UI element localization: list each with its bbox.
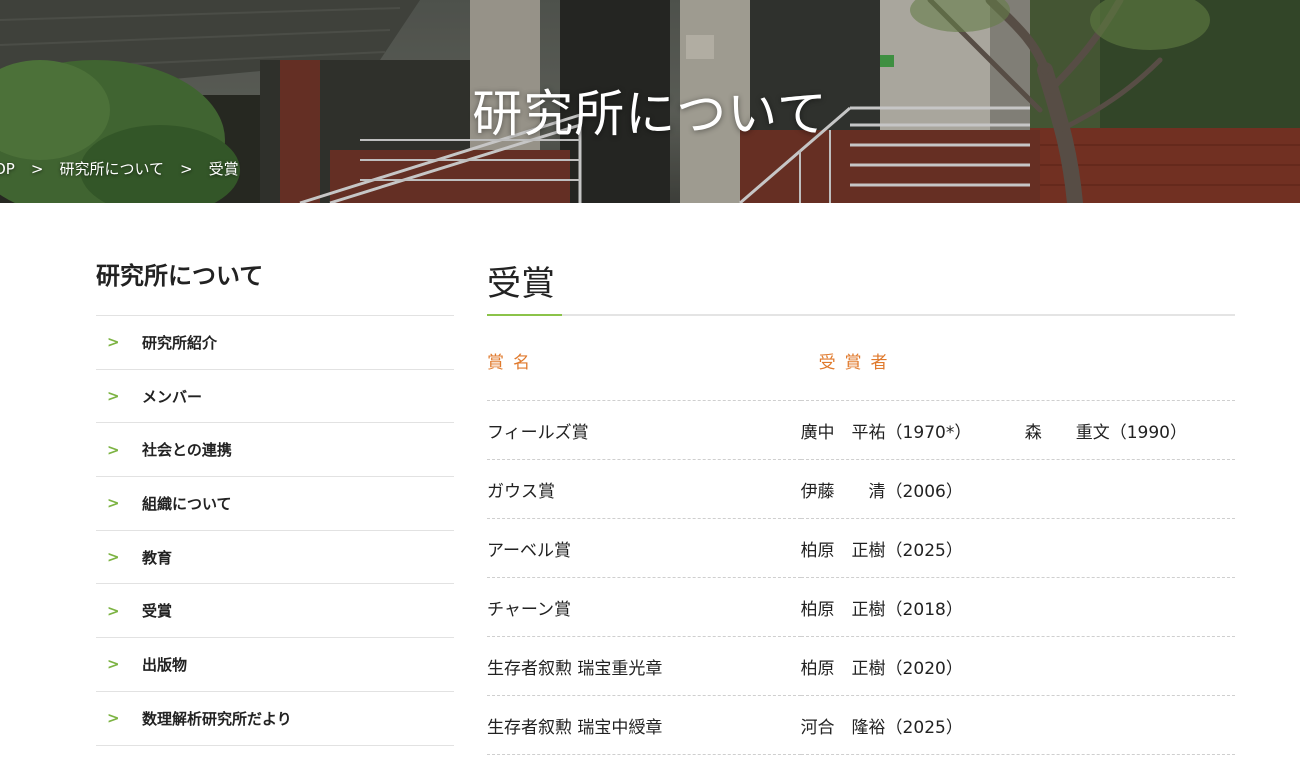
award-name: アーベル賞 <box>487 518 801 578</box>
sidebar-item-introduction[interactable]: > 研究所紹介 <box>96 316 454 370</box>
award-recipients: 柏原 正樹（2020） <box>800 636 1235 696</box>
sidebar-item-label: 組織について <box>142 494 232 513</box>
chevron-right-icon: > <box>107 601 120 620</box>
column-header-recipient: 受賞者 <box>800 348 1235 401</box>
sidebar-item-label: 社会との連携 <box>142 441 232 460</box>
recipient: 柏原 正樹（2018） <box>800 599 963 620</box>
table-header-row: 賞名 受賞者 <box>487 348 1235 401</box>
sidebar: 研究所について > 研究所紹介 > メンバー > 社会との連携 > 組織について… <box>96 256 454 746</box>
chevron-right-icon: > <box>107 440 120 459</box>
main-content: 受賞 賞名 受賞者 フィールズ賞 廣中 平祐（1970*） 森 重文（1990）… <box>487 256 1235 755</box>
sidebar-item-organization[interactable]: > 組織について <box>96 477 454 531</box>
breadcrumb-about[interactable]: 研究所について <box>59 158 164 179</box>
sidebar-item-label: 出版物 <box>142 655 188 674</box>
award-recipients: 伊藤 清（2006） <box>800 459 1235 519</box>
sidebar-item-awards[interactable]: > 受賞 <box>96 584 454 639</box>
award-recipients: 柏原 正樹（2025） <box>800 518 1235 578</box>
recipient: 伊藤 清（2006） <box>800 481 963 502</box>
recipient: 柏原 正樹（2025） <box>800 540 963 561</box>
awards-table: 賞名 受賞者 フィールズ賞 廣中 平祐（1970*） 森 重文（1990） ガウ… <box>487 348 1235 755</box>
sidebar-title: 研究所について <box>96 256 454 316</box>
table-row: フィールズ賞 廣中 平祐（1970*） 森 重文（1990） <box>487 400 1235 460</box>
chevron-right-icon: > <box>107 655 120 674</box>
recipient: 柏原 正樹（2020） <box>800 658 963 679</box>
sidebar-item-members[interactable]: > メンバー <box>96 370 454 424</box>
breadcrumb: OP > 研究所について > 受賞 <box>0 158 239 179</box>
recipient: 廣中 平祐（1970*） <box>800 422 972 443</box>
sidebar-item-label: 受賞 <box>142 602 173 621</box>
recipient: 河合 隆裕（2025） <box>800 717 963 738</box>
breadcrumb-top[interactable]: OP <box>0 160 15 178</box>
sidebar-item-label: メンバー <box>142 387 203 406</box>
award-name: 生存者叙勲 瑞宝重光章 <box>487 636 801 696</box>
award-name: ガウス賞 <box>487 459 801 519</box>
table-row: チャーン賞 柏原 正樹（2018） <box>487 577 1235 637</box>
title-underline-accent <box>487 314 562 316</box>
sidebar-item-label: 教育 <box>142 548 173 567</box>
breadcrumb-current: 受賞 <box>208 160 239 178</box>
column-header-award: 賞名 <box>487 348 801 401</box>
sidebar-item-label: 研究所紹介 <box>142 333 218 352</box>
chevron-right-icon: > <box>107 548 120 567</box>
table-row: 生存者叙勲 瑞宝重光章 柏原 正樹（2020） <box>487 636 1235 696</box>
breadcrumb-separator: > <box>180 159 193 178</box>
chevron-right-icon: > <box>107 709 120 728</box>
award-name: フィールズ賞 <box>487 400 801 460</box>
table-row: ガウス賞 伊藤 清（2006） <box>487 459 1235 519</box>
sidebar-item-label: 数理解析研究所だより <box>142 709 292 728</box>
chevron-right-icon: > <box>107 494 120 513</box>
table-row: 生存者叙勲 瑞宝中綬章 河合 隆裕（2025） <box>487 695 1235 755</box>
award-recipients: 柏原 正樹（2018） <box>800 577 1235 637</box>
sidebar-item-outreach[interactable]: > 社会との連携 <box>96 423 454 478</box>
sidebar-item-education[interactable]: > 教育 <box>96 531 454 585</box>
award-recipients: 河合 隆裕（2025） <box>800 695 1235 755</box>
sidebar-item-newsletter[interactable]: > 数理解析研究所だより <box>96 692 454 746</box>
page-title-text: 受賞 <box>487 264 555 304</box>
chevron-right-icon: > <box>107 333 120 352</box>
award-name: チャーン賞 <box>487 577 801 637</box>
hero-banner: 研究所について OP > 研究所について > 受賞 <box>0 0 1300 203</box>
page-title: 受賞 <box>487 256 1235 316</box>
hero-title: 研究所について <box>472 84 828 143</box>
breadcrumb-separator: > <box>30 159 44 178</box>
award-name: 生存者叙勲 瑞宝中綬章 <box>487 695 801 755</box>
award-recipients: 廣中 平祐（1970*） 森 重文（1990） <box>800 400 1235 460</box>
recipient: 森 重文（1990） <box>1024 422 1187 443</box>
sidebar-item-publications[interactable]: > 出版物 <box>96 638 454 692</box>
chevron-right-icon: > <box>107 387 120 406</box>
table-row: アーベル賞 柏原 正樹（2025） <box>487 518 1235 578</box>
